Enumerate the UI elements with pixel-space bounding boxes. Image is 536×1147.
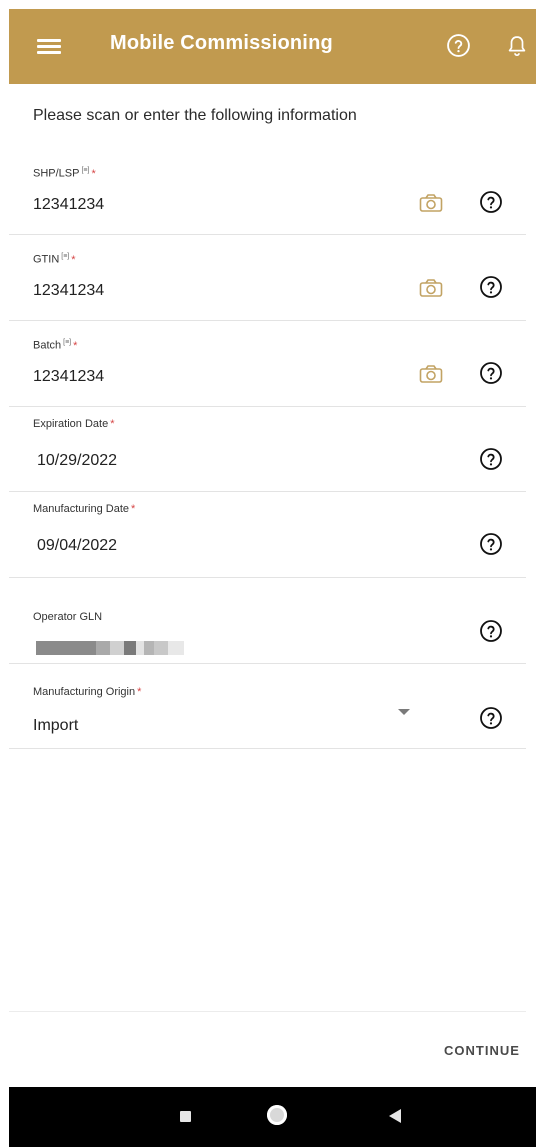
shp-lsp-field[interactable]: SHP/LSP [≡] * 12341234 — [9, 162, 526, 235]
instruction-text: Please scan or enter the following infor… — [33, 107, 357, 124]
manufacturing-date-field[interactable]: Manufacturing Date * 09/04/2022 — [9, 503, 526, 578]
circle-home-icon[interactable] — [267, 1105, 287, 1125]
expiration-date-input[interactable]: 10/29/2022 — [37, 452, 117, 470]
help-circle-icon[interactable] — [479, 447, 503, 471]
dropdown-arrow-icon[interactable] — [398, 709, 410, 715]
field-label: GTIN [≡] * — [33, 253, 76, 266]
required-mark: * — [137, 686, 142, 698]
scan-badge: [≡] — [63, 339, 72, 346]
help-circle-icon[interactable] — [479, 190, 503, 214]
app-screen: Mobile Commissioning Please scan or ente… — [0, 0, 536, 1147]
field-label: SHP/LSP [≡] * — [33, 167, 96, 180]
camera-icon[interactable] — [419, 193, 443, 213]
manufacturing-origin-selected-value[interactable]: Import — [33, 717, 78, 735]
batch-input[interactable]: 12341234 — [33, 368, 104, 386]
help-circle-icon[interactable] — [479, 706, 503, 730]
status-strip — [0, 0, 536, 9]
required-mark: * — [110, 418, 115, 430]
scan-badge: [≡] — [81, 167, 90, 174]
field-label: Batch [≡] * — [33, 339, 78, 352]
batch-field[interactable]: Batch [≡] * 12341234 — [9, 334, 526, 407]
help-circle-icon[interactable] — [479, 275, 503, 299]
bell-icon[interactable] — [507, 35, 527, 57]
help-circle-icon[interactable] — [479, 532, 503, 556]
field-label: Manufacturing Origin * — [33, 686, 142, 698]
expiration-date-field[interactable]: Expiration Date * 10/29/2022 — [9, 418, 526, 492]
required-mark: * — [131, 503, 136, 515]
manufacturing-date-input[interactable]: 09/04/2022 — [37, 537, 117, 555]
gtin-field[interactable]: GTIN [≡] * 12341234 — [9, 248, 526, 321]
camera-icon[interactable] — [419, 364, 443, 384]
redacted-gln-value — [36, 641, 186, 655]
required-mark: * — [91, 167, 96, 180]
scan-badge: [≡] — [61, 253, 70, 260]
app-bar: Mobile Commissioning — [9, 9, 536, 84]
hamburger-menu-icon[interactable] — [37, 39, 61, 55]
field-label: Manufacturing Date * — [33, 503, 136, 515]
continue-button[interactable]: CONTINUE — [444, 1043, 520, 1058]
page-title: Mobile Commissioning — [110, 32, 333, 54]
help-circle-icon[interactable] — [479, 619, 503, 643]
required-mark: * — [73, 339, 78, 352]
system-navigation-bar — [9, 1087, 536, 1147]
square-recents-icon[interactable] — [180, 1111, 191, 1122]
help-circle-icon[interactable] — [479, 361, 503, 385]
triangle-back-icon[interactable] — [389, 1109, 401, 1123]
field-label: Operator GLN — [33, 611, 103, 623]
shp-lsp-input[interactable]: 12341234 — [33, 196, 104, 214]
required-mark: * — [71, 253, 76, 266]
manufacturing-origin-dropdown[interactable]: Manufacturing Origin * Import — [9, 686, 526, 749]
gtin-input[interactable]: 12341234 — [33, 282, 104, 300]
help-circle-icon[interactable] — [446, 33, 471, 58]
operator-gln-field[interactable]: Operator GLN — [9, 611, 526, 664]
footer-divider — [9, 1011, 526, 1012]
field-label: Expiration Date * — [33, 418, 115, 430]
camera-icon[interactable] — [419, 278, 443, 298]
